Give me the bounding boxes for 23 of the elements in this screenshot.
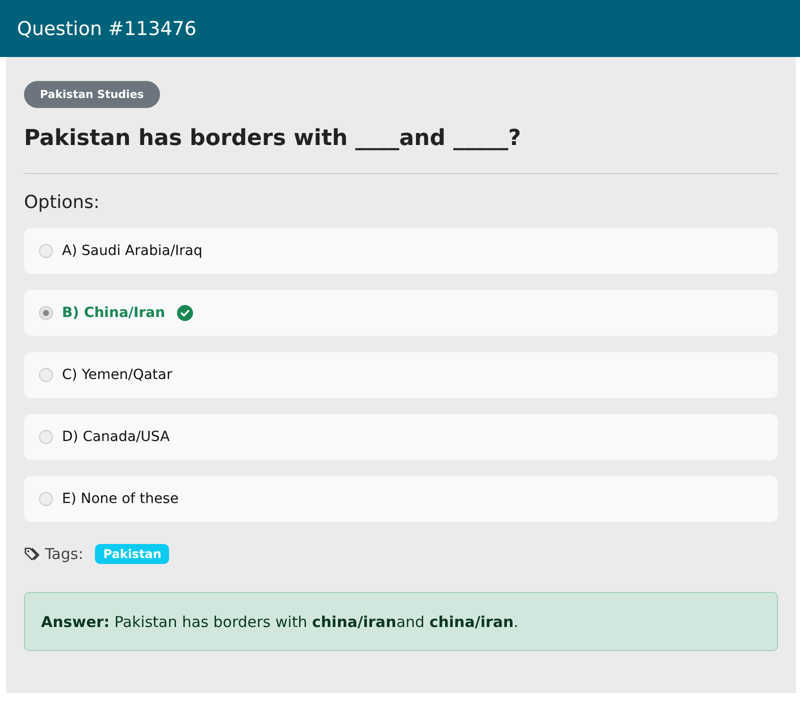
category-badge[interactable]: Pakistan Studies	[24, 81, 160, 108]
options-heading: Options:	[24, 192, 101, 213]
option-label: B) China/Iran	[62, 305, 166, 321]
radio-button[interactable]	[39, 492, 53, 506]
option-label: C) Yemen/Qatar	[62, 367, 172, 383]
question-text: Pakistan has borders with ____and _____?	[24, 126, 522, 151]
radio-button[interactable]	[39, 306, 53, 320]
option-item[interactable]: D) Canada/USA	[24, 414, 778, 460]
option-item[interactable]: B) China/Iran	[24, 290, 778, 336]
option-item[interactable]: A) Saudi Arabia/Iraq	[24, 228, 778, 274]
radio-button[interactable]	[39, 244, 53, 258]
option-label: D) Canada/USA	[62, 429, 170, 445]
option-label: A) Saudi Arabia/Iraq	[62, 243, 202, 259]
radio-button[interactable]	[39, 368, 53, 382]
tags-icon	[24, 546, 41, 562]
check-circle-icon	[177, 305, 194, 321]
option-label: E) None of these	[62, 491, 179, 507]
tags-label: Tags:	[45, 545, 84, 563]
answer-text: Answer: Pakistan has borders with china/iranand china/iran.	[41, 613, 518, 631]
radio-button[interactable]	[39, 430, 53, 444]
question-title: Question #113476	[17, 18, 196, 40]
option-item[interactable]: E) None of these	[24, 476, 778, 522]
option-item[interactable]: C) Yemen/Qatar	[24, 352, 778, 398]
